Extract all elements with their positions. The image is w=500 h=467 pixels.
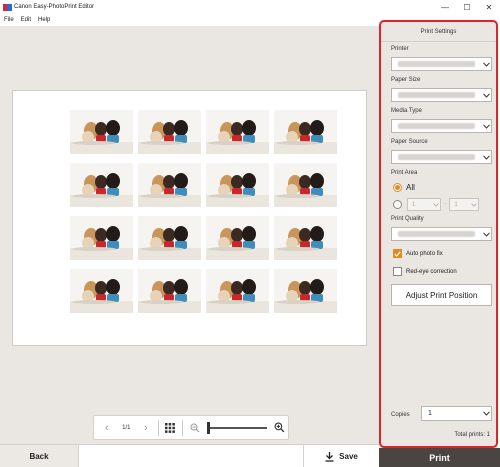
print-settings-panel: Print Settings Printer Paper Size Media … bbox=[379, 20, 498, 448]
chevron-down-icon bbox=[469, 202, 478, 207]
photo-thumbnail[interactable] bbox=[138, 110, 201, 154]
photo-thumbnail[interactable] bbox=[274, 269, 337, 313]
grid-view-icon[interactable] bbox=[162, 419, 180, 437]
chevron-down-icon bbox=[481, 61, 491, 67]
paper-size-select[interactable] bbox=[391, 88, 492, 102]
auto-photo-fix-label: Auto photo fix bbox=[406, 250, 443, 257]
blurred-value bbox=[398, 231, 475, 237]
prev-page-button[interactable]: ‹ bbox=[98, 419, 116, 437]
zoom-in-icon[interactable] bbox=[270, 419, 288, 437]
maximize-button[interactable]: ☐ bbox=[456, 0, 478, 14]
photo-thumbnail[interactable] bbox=[70, 269, 133, 313]
chevron-down-icon bbox=[481, 154, 491, 160]
divider bbox=[157, 419, 159, 436]
photo-thumbnail[interactable] bbox=[274, 163, 337, 207]
save-button[interactable]: Save bbox=[303, 445, 379, 467]
range-to-select[interactable]: 1 bbox=[449, 198, 480, 211]
preview-workspace: ‹ 1/1 › bbox=[0, 26, 379, 444]
auto-photo-fix-option[interactable]: Auto photo fix bbox=[393, 249, 443, 258]
menu-edit[interactable]: Edit bbox=[21, 17, 31, 23]
photo-thumbnail[interactable] bbox=[206, 216, 269, 260]
page-indicator: 1/1 bbox=[122, 424, 131, 431]
bottom-bar: Back Save bbox=[0, 444, 379, 467]
photo-thumbnail[interactable] bbox=[138, 269, 201, 313]
page-navigator: ‹ 1/1 › bbox=[93, 415, 289, 440]
print-area-range-option[interactable]: 1 - 1 bbox=[393, 198, 480, 211]
divider bbox=[182, 419, 184, 436]
range-from-select[interactable]: 1 bbox=[407, 198, 441, 211]
photo-thumbnail[interactable] bbox=[138, 216, 201, 260]
adjust-print-position-button[interactable]: Adjust Print Position bbox=[391, 284, 492, 306]
printer-select[interactable] bbox=[391, 57, 492, 71]
paper-size-label: Paper Size bbox=[391, 77, 421, 83]
range-from-value: 1 bbox=[412, 201, 416, 208]
photo-thumbnail[interactable] bbox=[206, 163, 269, 207]
save-label: Save bbox=[339, 452, 358, 461]
total-prints: Total prints: 1 bbox=[454, 432, 490, 438]
copies-select[interactable]: 1 bbox=[421, 406, 492, 421]
red-eye-checkbox[interactable] bbox=[393, 267, 402, 276]
paper-source-label: Paper Source bbox=[391, 139, 428, 145]
photo-thumbnail[interactable] bbox=[138, 163, 201, 207]
radio-all-label: All bbox=[406, 183, 415, 192]
menu-file[interactable]: File bbox=[4, 17, 14, 23]
range-to-value: 1 bbox=[454, 201, 458, 208]
chevron-down-icon bbox=[481, 411, 491, 416]
photo-thumbnail[interactable] bbox=[274, 110, 337, 154]
zoom-slider-thumb[interactable] bbox=[206, 421, 210, 434]
chevron-down-icon bbox=[481, 231, 491, 237]
radio-all[interactable] bbox=[393, 183, 402, 192]
paper-source-select[interactable] bbox=[391, 150, 492, 164]
red-eye-label: Red-eye correction bbox=[406, 268, 457, 275]
chevron-down-icon bbox=[431, 202, 440, 207]
close-button[interactable]: ✕ bbox=[478, 0, 500, 14]
auto-photo-fix-checkbox[interactable] bbox=[393, 249, 402, 258]
radio-range[interactable] bbox=[393, 200, 402, 209]
photo-grid bbox=[70, 110, 337, 318]
paper-preview bbox=[12, 90, 367, 346]
photo-thumbnail[interactable] bbox=[206, 269, 269, 313]
blurred-value bbox=[398, 61, 475, 67]
photo-thumbnail[interactable] bbox=[70, 216, 133, 260]
window-title: Canon Easy-PhotoPrint Editor bbox=[14, 4, 95, 10]
photo-thumbnail[interactable] bbox=[206, 110, 269, 154]
next-page-button[interactable]: › bbox=[137, 419, 155, 437]
chevron-down-icon bbox=[481, 123, 491, 129]
panel-heading: Print Settings bbox=[381, 22, 496, 42]
blurred-value bbox=[398, 154, 475, 160]
photo-thumbnail[interactable] bbox=[274, 216, 337, 260]
photo-thumbnail[interactable] bbox=[70, 110, 133, 154]
print-quality-select[interactable] bbox=[391, 227, 492, 241]
media-type-select[interactable] bbox=[391, 119, 492, 133]
media-type-label: Media Type bbox=[391, 108, 422, 114]
chevron-down-icon bbox=[481, 92, 491, 98]
menu-help[interactable]: Help bbox=[38, 17, 50, 23]
photo-thumbnail[interactable] bbox=[70, 163, 133, 207]
printer-label: Printer bbox=[391, 46, 409, 52]
title-bar: Canon Easy-PhotoPrint Editor — ☐ ✕ bbox=[0, 0, 500, 14]
copies-label: Copies bbox=[391, 412, 410, 418]
app-logo-icon bbox=[2, 2, 12, 12]
range-dash: - bbox=[444, 201, 447, 208]
blurred-value bbox=[398, 92, 475, 98]
red-eye-option[interactable]: Red-eye correction bbox=[393, 267, 457, 276]
print-area-label: Print Area bbox=[391, 170, 418, 176]
print-button[interactable]: Print bbox=[379, 448, 500, 467]
copies-value: 1 bbox=[428, 410, 432, 417]
print-quality-label: Print Quality bbox=[391, 216, 424, 222]
blurred-value bbox=[398, 123, 475, 129]
zoom-out-icon[interactable] bbox=[186, 419, 204, 437]
download-icon bbox=[325, 451, 334, 462]
minimize-button[interactable]: — bbox=[434, 0, 456, 14]
zoom-slider[interactable] bbox=[206, 421, 268, 434]
print-area-all-option[interactable]: All bbox=[393, 183, 415, 192]
back-button[interactable]: Back bbox=[0, 445, 79, 467]
